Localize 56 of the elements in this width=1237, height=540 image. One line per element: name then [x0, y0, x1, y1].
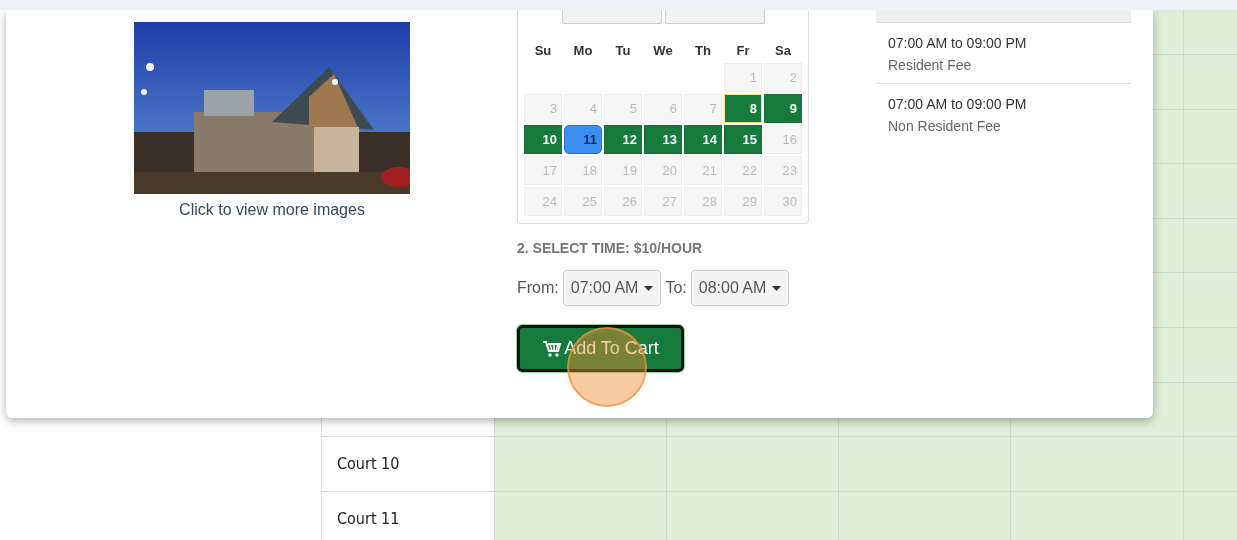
fee-hours: 07:00 AM to 09:00 PM: [888, 96, 1028, 112]
booking-slot[interactable]: [1183, 10, 1237, 55]
calendar-day: 6: [644, 94, 682, 123]
calendar-day: 4: [564, 94, 602, 123]
calendar-day: 19: [604, 156, 642, 185]
view-images-link[interactable]: Click to view more images: [179, 201, 365, 219]
section-heading: 2. SELECT TIME: $10/HOUR: [517, 240, 704, 256]
calendar-day[interactable]: 14: [684, 125, 722, 154]
calendar-day: 24: [524, 187, 562, 216]
calendar-day: 30: [764, 187, 802, 216]
cart-icon: [542, 339, 563, 358]
calendar-day[interactable]: 15: [724, 125, 762, 154]
to-time-select[interactable]: 08:00 AM: [690, 270, 790, 306]
weekday-label: Sa: [774, 42, 792, 58]
calendar-day[interactable]: 12: [604, 125, 642, 154]
weekday-label: Fr: [735, 42, 751, 58]
calendar-day: 20: [644, 156, 682, 185]
weekday-label: Su: [533, 42, 553, 58]
calendar-day: 23: [764, 156, 802, 185]
to-label: To:: [665, 279, 687, 297]
month-select[interactable]: [561, 10, 662, 24]
court-name: Court 10: [321, 437, 494, 492]
weekday-label: Mo: [572, 42, 594, 58]
calendar-day: 2: [764, 63, 802, 92]
fee-name: Non Resident Fee: [888, 118, 1002, 134]
calendar-day: 26: [604, 187, 642, 216]
booking-slot[interactable]: [494, 491, 666, 540]
weekday-label: We: [652, 42, 674, 58]
booking-slot[interactable]: [494, 437, 666, 492]
calendar-day[interactable]: 11: [564, 125, 602, 154]
calendar-day[interactable]: 9: [764, 94, 802, 123]
calendar-day: 29: [724, 187, 762, 216]
from-label: From:: [517, 279, 559, 297]
calendar-day[interactable]: 10: [524, 125, 562, 154]
weekday-label: Tu: [614, 42, 632, 58]
calendar-day: 1: [724, 63, 762, 92]
calendar-day: 3: [524, 94, 562, 123]
caret-icon: [644, 285, 654, 291]
fee-name: Resident Fee: [888, 57, 973, 73]
calendar-day: 25: [564, 187, 602, 216]
year-select[interactable]: [664, 10, 765, 24]
fee-hours: 07:00 AM to 09:00 PM: [888, 35, 1028, 51]
weekday-label: Th: [694, 42, 712, 58]
calendar-day[interactable]: 13: [644, 125, 682, 154]
calendar-day: 18: [564, 156, 602, 185]
from-time-select[interactable]: 07:00 AM: [562, 270, 662, 306]
calendar-day: 28: [684, 187, 722, 216]
calendar-day: 21: [684, 156, 722, 185]
calendar-day: 16: [764, 125, 802, 154]
calendar-day: 17: [524, 156, 562, 185]
calendar-day: 27: [644, 187, 682, 216]
calendar-day: 5: [604, 94, 642, 123]
calendar-day[interactable]: 8: [724, 94, 762, 123]
calendar-day: 22: [724, 156, 762, 185]
caret-icon: [772, 285, 782, 291]
calendar-day: 7: [684, 94, 722, 123]
